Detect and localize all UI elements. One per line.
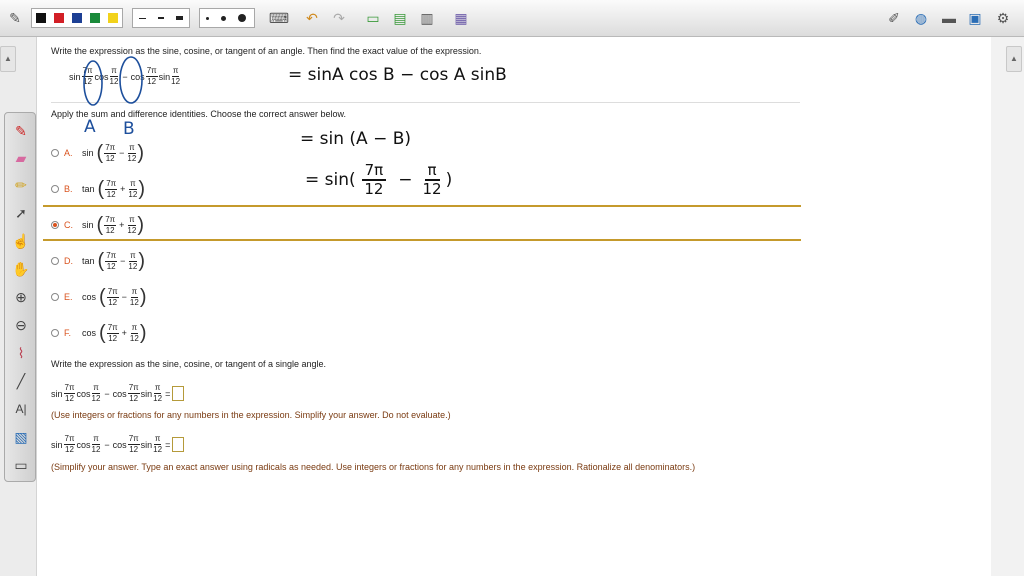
hw-line-2: = sin (A − B) xyxy=(300,129,412,149)
hw-denominator-2: 12 xyxy=(422,180,442,198)
circle-b-annotation xyxy=(119,56,143,104)
hw-denominator-1: 12 xyxy=(364,180,384,198)
circle-a-annotation xyxy=(83,60,103,106)
hw-line-1: = sinA cos B − cos A sinB xyxy=(288,65,507,85)
handwriting-layer xyxy=(83,56,143,106)
hw-line-3: = sin( 7π 12 − π 12 ) xyxy=(305,162,452,198)
hw-numerator-2: π xyxy=(424,162,440,181)
hw-line3-close: ) xyxy=(445,170,453,190)
hw-fraction-1: 7π 12 xyxy=(361,162,387,198)
hw-fraction-2: π 12 xyxy=(422,162,441,198)
hw-label-a: A xyxy=(84,117,96,137)
hw-line3-prefix: = sin( xyxy=(305,170,356,190)
hw-label-b: B xyxy=(123,119,135,139)
hw-minus: − xyxy=(398,170,413,190)
hw-numerator-1: 7π xyxy=(361,162,387,181)
